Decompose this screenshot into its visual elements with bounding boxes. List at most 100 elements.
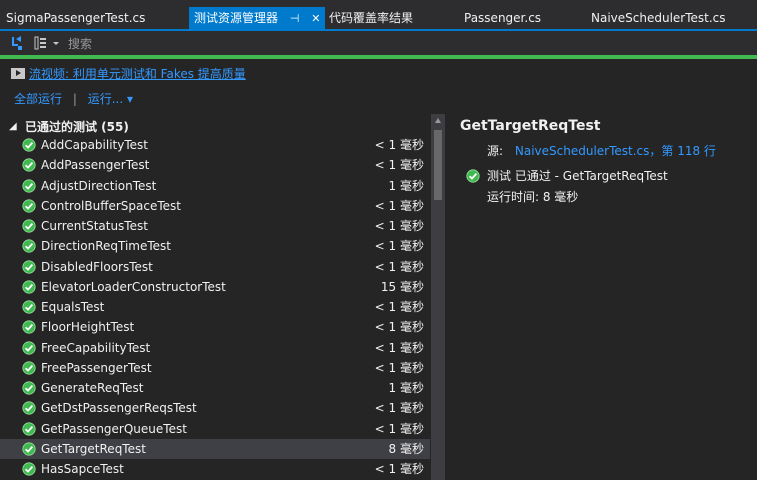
run-link[interactable]: 运行... <box>88 92 123 106</box>
test-name: GetTargetReqTest <box>41 441 146 456</box>
passed-check-icon <box>22 280 36 294</box>
test-row[interactable]: EqualsTest < 1 毫秒 <box>0 297 430 317</box>
detail-source: 源: NaiveSchedulerTest.cs，第 118 行 <box>487 142 716 159</box>
tab-code-coverage[interactable]: 代码覆盖率结果 <box>329 7 413 29</box>
passed-check-icon <box>22 259 36 274</box>
test-duration: < 1 毫秒 <box>374 239 424 254</box>
tab-label: 测试资源管理器 <box>194 11 279 25</box>
test-name: DisabledFloorsTest <box>41 259 153 274</box>
test-row[interactable]: AddPassengerTest < 1 毫秒 <box>0 155 430 175</box>
test-tree: ◢ 已通过的测试 (55) AddCapabilityTest < 1 毫秒 Add… <box>0 114 430 480</box>
close-icon[interactable]: ✕ <box>311 8 320 30</box>
passed-check-icon <box>22 442 36 456</box>
run-actions: 全部运行 | 运行... ▾ <box>14 90 133 108</box>
test-duration: < 1 毫秒 <box>374 259 424 274</box>
test-name: AddCapabilityTest <box>41 138 148 152</box>
status-text: 测试 已通过 - GetTargetReqTest <box>487 169 668 183</box>
scroll-thumb[interactable] <box>434 130 442 200</box>
passed-check-icon <box>22 138 36 152</box>
test-name: DirectionReqTimeTest <box>41 239 172 254</box>
scroll-up-arrow-icon[interactable] <box>435 118 441 123</box>
test-row[interactable]: GetTargetReqTest 8 毫秒 <box>0 438 430 459</box>
test-name: AdjustDirectionTest <box>41 178 157 193</box>
tab-label: 代码覆盖率结果 <box>329 11 414 25</box>
test-name: AddPassengerTest <box>41 158 150 173</box>
test-row[interactable]: HasSapceTest < 1 毫秒 <box>0 459 430 479</box>
test-duration: 1 毫秒 <box>388 178 424 193</box>
tab-naive-scheduler-test[interactable]: NaiveSchedulerTest.cs <box>591 7 726 29</box>
play-icon <box>11 68 25 79</box>
promo-label: 流视频: 利用单元测试和 Fakes 提高质量 <box>29 67 246 81</box>
group-label: 已通过的测试 (55) <box>25 120 129 134</box>
tab-label: NaiveSchedulerTest.cs <box>591 11 726 25</box>
test-duration: < 1 毫秒 <box>374 462 424 476</box>
document-tab-strip: SigmaPassengerTest.cs 测试资源管理器 ⊣ ✕ 代码覆盖率结… <box>0 0 757 29</box>
test-row[interactable]: FreeCapabilityTest < 1 毫秒 <box>0 338 430 358</box>
test-row[interactable]: CurrentStatusTest < 1 毫秒 <box>0 216 430 236</box>
passed-check-icon <box>22 320 36 334</box>
passed-check-icon <box>22 462 36 476</box>
passed-check-icon <box>22 361 36 375</box>
test-name: EqualsTest <box>41 300 105 314</box>
tab-test-explorer[interactable]: 测试资源管理器 ⊣ ✕ <box>189 7 325 29</box>
search-input[interactable] <box>66 31 750 57</box>
tab-sigma-passenger-test[interactable]: SigmaPassengerTest.cs <box>6 7 145 29</box>
passed-check-icon <box>22 178 36 193</box>
test-row[interactable]: GetDstPassengerReqsTest < 1 毫秒 <box>0 398 430 418</box>
test-name: GenerateReqTest <box>41 381 144 395</box>
test-duration: < 1 毫秒 <box>374 340 424 355</box>
run-icon[interactable] <box>9 35 27 51</box>
test-row[interactable]: FreePassengerTest < 1 毫秒 <box>0 358 430 378</box>
group-by-icon[interactable] <box>34 35 62 51</box>
test-duration: < 1 毫秒 <box>374 360 424 375</box>
test-row[interactable]: ControlBufferSpaceTest < 1 毫秒 <box>0 196 430 216</box>
test-duration: < 1 毫秒 <box>374 138 424 152</box>
test-name: FloorHeightTest <box>41 320 135 335</box>
tab-label: SigmaPassengerTest.cs <box>6 11 146 25</box>
test-row[interactable]: FloorHeightTest < 1 毫秒 <box>0 317 430 337</box>
tree-scrollbar[interactable] <box>431 114 445 480</box>
passed-check-icon <box>22 239 36 253</box>
runtime-text: 运行时间: 8 毫秒 <box>487 190 579 204</box>
passed-check-icon <box>22 219 36 233</box>
test-name: HasSapceTest <box>41 462 124 476</box>
test-row[interactable]: GenerateReqTest 1 毫秒 <box>0 378 430 398</box>
test-name: FreePassengerTest <box>41 360 152 375</box>
tab-label: Passenger.cs <box>464 11 542 25</box>
test-row[interactable]: AddCapabilityTest < 1 毫秒 <box>0 135 430 155</box>
test-row[interactable]: GetPassengerQueueTest < 1 毫秒 <box>0 419 430 439</box>
separator: | <box>72 92 77 106</box>
promo-video-link[interactable]: 流视频: 利用单元测试和 Fakes 提高质量 <box>11 65 246 83</box>
test-duration: < 1 毫秒 <box>374 401 424 416</box>
chevron-down-icon[interactable]: ▾ <box>127 92 133 106</box>
test-row[interactable]: DirectionReqTimeTest < 1 毫秒 <box>0 236 430 256</box>
test-duration: < 1 毫秒 <box>374 198 424 213</box>
source-label: 源: <box>487 144 504 158</box>
passed-check-icon <box>22 401 36 415</box>
detail-test-title: GetTargetReqTest <box>460 118 601 134</box>
test-name: GetPassengerQueueTest <box>41 421 187 436</box>
test-name: CurrentStatusTest <box>41 219 148 233</box>
test-duration: < 1 毫秒 <box>374 421 424 436</box>
test-duration: 15 毫秒 <box>380 279 424 294</box>
tab-passenger[interactable]: Passenger.cs <box>464 7 541 29</box>
passed-check-icon <box>22 381 36 395</box>
test-duration: < 1 毫秒 <box>374 158 424 173</box>
test-duration: < 1 毫秒 <box>374 320 424 335</box>
collapse-arrow-icon[interactable]: ◢ <box>9 118 17 136</box>
test-name: ElevatorLoaderConstructorTest <box>41 279 226 294</box>
test-name: ControlBufferSpaceTest <box>41 198 181 213</box>
passed-check-icon <box>466 169 480 183</box>
test-details-pane: GetTargetReqTest 源: NaiveSchedulerTest.c… <box>446 114 757 480</box>
source-link[interactable]: NaiveSchedulerTest.cs，第 118 行 <box>515 144 716 158</box>
test-duration: < 1 毫秒 <box>374 219 424 233</box>
group-passed-tests[interactable]: ◢ 已通过的测试 (55) <box>0 118 430 136</box>
test-row[interactable]: ElevatorLoaderConstructorTest 15 毫秒 <box>0 277 430 297</box>
passed-check-icon <box>22 340 36 355</box>
run-all-link[interactable]: 全部运行 <box>14 92 62 106</box>
passed-check-icon <box>22 199 36 213</box>
test-row[interactable]: AdjustDirectionTest 1 毫秒 <box>0 176 430 196</box>
pin-icon[interactable]: ⊣ <box>290 8 300 30</box>
test-row[interactable]: DisabledFloorsTest < 1 毫秒 <box>0 257 430 277</box>
test-duration: < 1 毫秒 <box>374 300 424 314</box>
